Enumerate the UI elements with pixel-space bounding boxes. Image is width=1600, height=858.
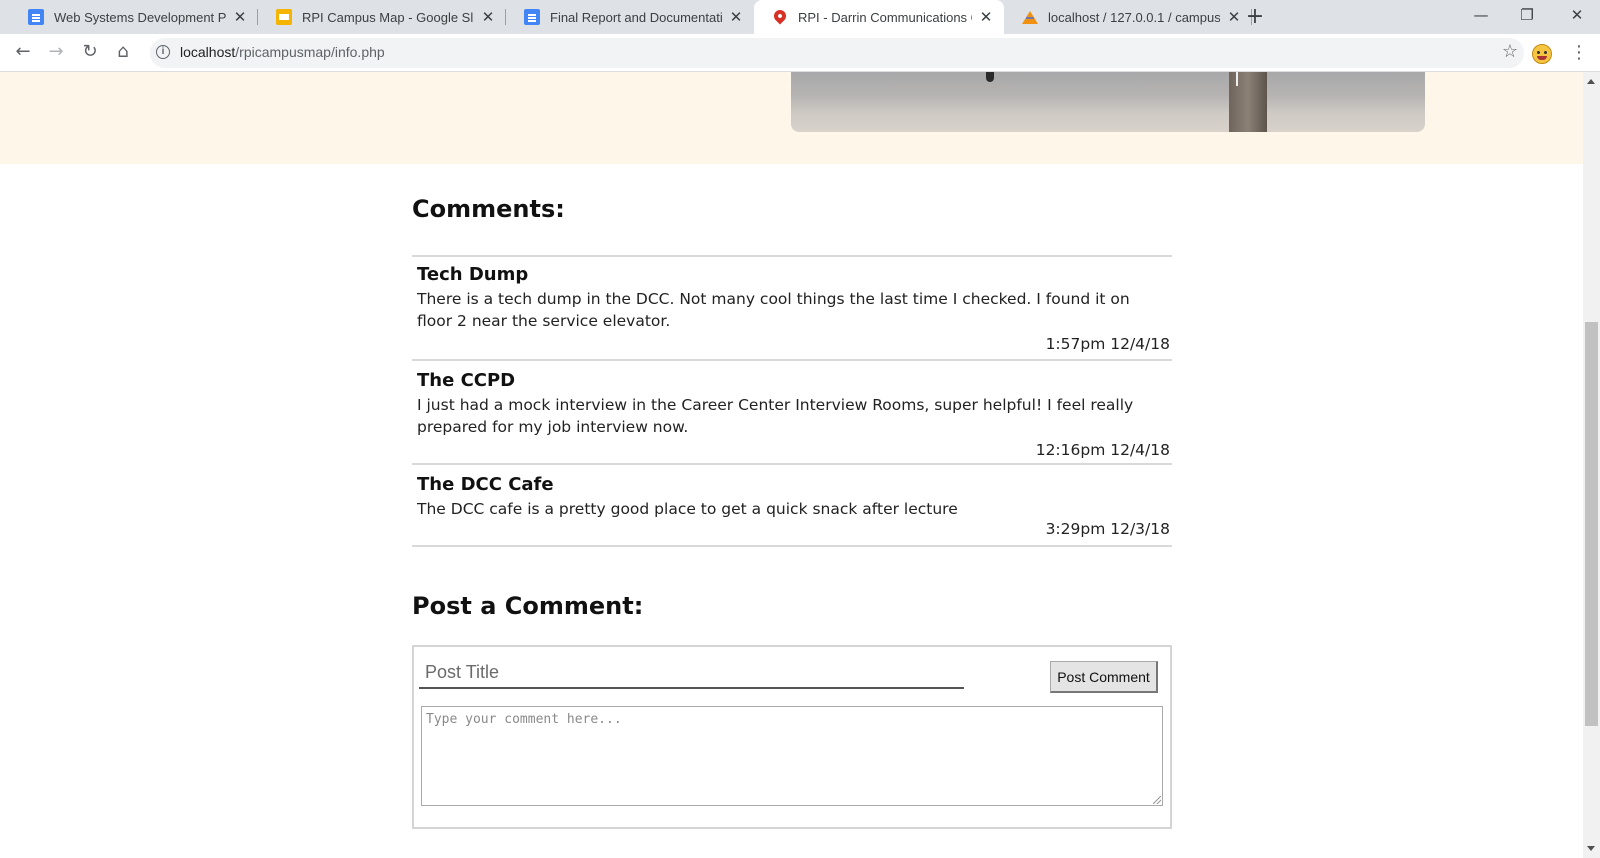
post-comment-form: Post Comment (412, 645, 1172, 829)
comments-heading: Comments: (412, 195, 565, 223)
comment-item: Tech Dump There is a tech dump in the DC… (412, 257, 1172, 361)
new-tab-button[interactable]: + (1240, 0, 1270, 34)
scroll-up-arrow-icon[interactable] (1587, 79, 1595, 84)
phpmyadmin-icon (1022, 9, 1038, 25)
comment-textarea[interactable] (421, 706, 1163, 806)
restore-button[interactable]: ❐ (1504, 0, 1550, 34)
tab-phpmyadmin[interactable]: localhost / 127.0.0.1 / campusma ✕ (1004, 0, 1252, 34)
back-button[interactable]: ← (9, 38, 37, 66)
photo-detail (1236, 72, 1238, 86)
home-button[interactable]: ⌂ (109, 38, 137, 66)
slides-icon (276, 9, 292, 25)
comment-title: The CCPD (417, 370, 516, 391)
post-title-input[interactable] (419, 657, 964, 689)
scrollbar-thumb[interactable] (1585, 322, 1598, 726)
browser-menu-icon[interactable]: ⋮ (1570, 38, 1588, 68)
url-path: /rpicampusmap/info.php (235, 44, 385, 60)
url-text[interactable]: localhost/rpicampusmap/info.php (180, 44, 385, 60)
minimize-button[interactable]: — (1458, 0, 1504, 34)
tab-title: localhost / 127.0.0.1 / campusma (1048, 9, 1220, 25)
comment-body: The DCC cafe is a pretty good place to g… (417, 500, 958, 518)
comment-title: Tech Dump (417, 264, 529, 285)
tab-final-report[interactable]: Final Report and Documentation ✕ (506, 0, 754, 34)
tab-title: Web Systems Development Proje (54, 9, 226, 25)
comment-body: I just had a mock interview in the Caree… (417, 396, 1134, 436)
photo-detail (986, 72, 994, 82)
tab-web-systems-project[interactable]: Web Systems Development Proje ✕ (10, 0, 258, 34)
close-icon[interactable]: ✕ (480, 8, 496, 26)
url-host: localhost (180, 44, 236, 60)
comment-timestamp: 12:16pm 12/4/18 (1035, 441, 1170, 459)
post-comment-button[interactable]: Post Comment (1050, 661, 1158, 693)
comment-title: The DCC Cafe (417, 474, 554, 495)
site-info-icon[interactable]: i (156, 45, 170, 59)
comment-item: The CCPD I just had a mock interview in … (412, 361, 1172, 465)
tab-strip: Web Systems Development Proje ✕ RPI Camp… (0, 0, 1600, 34)
forward-button[interactable]: → (42, 38, 70, 66)
close-icon[interactable]: ✕ (232, 8, 248, 26)
close-icon[interactable]: ✕ (978, 8, 994, 26)
map-pin-icon (771, 7, 789, 25)
tab-title: RPI Campus Map - Google Slides (302, 9, 474, 25)
bookmark-star-icon[interactable]: ☆ (1502, 41, 1518, 62)
comment-item: The DCC Cafe The DCC cafe is a pretty go… (412, 465, 1172, 547)
tab-rpi-dcc[interactable]: RPI - Darrin Communications Cer ✕ (754, 0, 1004, 34)
browser-toolbar: ← → ↻ ⌂ i localhost/rpicampusmap/info.ph… (0, 34, 1600, 72)
page-viewport: Comments: Tech Dump There is a tech dump… (0, 72, 1583, 858)
docs-icon (524, 9, 540, 25)
address-bar[interactable]: i localhost/rpicampusmap/info.php ☆ (150, 38, 1524, 68)
post-comment-heading: Post a Comment: (412, 592, 644, 620)
vertical-scrollbar[interactable] (1583, 72, 1600, 858)
comment-body: There is a tech dump in the DCC. Not man… (417, 290, 1130, 330)
photo-detail (1229, 72, 1267, 132)
location-header (0, 72, 1583, 164)
reload-button[interactable]: ↻ (76, 38, 104, 66)
scroll-down-arrow-icon[interactable] (1587, 846, 1595, 851)
building-photo (791, 72, 1425, 132)
comment-timestamp: 3:29pm 12/3/18 (1045, 520, 1170, 538)
tab-title: RPI - Darrin Communications Cer (798, 9, 972, 25)
docs-icon (28, 9, 44, 25)
tab-title: Final Report and Documentation (550, 9, 722, 25)
window-close-button[interactable]: ✕ (1554, 0, 1600, 34)
resize-handle-icon[interactable] (1153, 796, 1161, 804)
tab-campus-map-slides[interactable]: RPI Campus Map - Google Slides ✕ (258, 0, 506, 34)
close-icon[interactable]: ✕ (728, 8, 744, 26)
comment-timestamp: 1:57pm 12/4/18 (1045, 335, 1170, 353)
profile-avatar[interactable] (1532, 44, 1552, 64)
